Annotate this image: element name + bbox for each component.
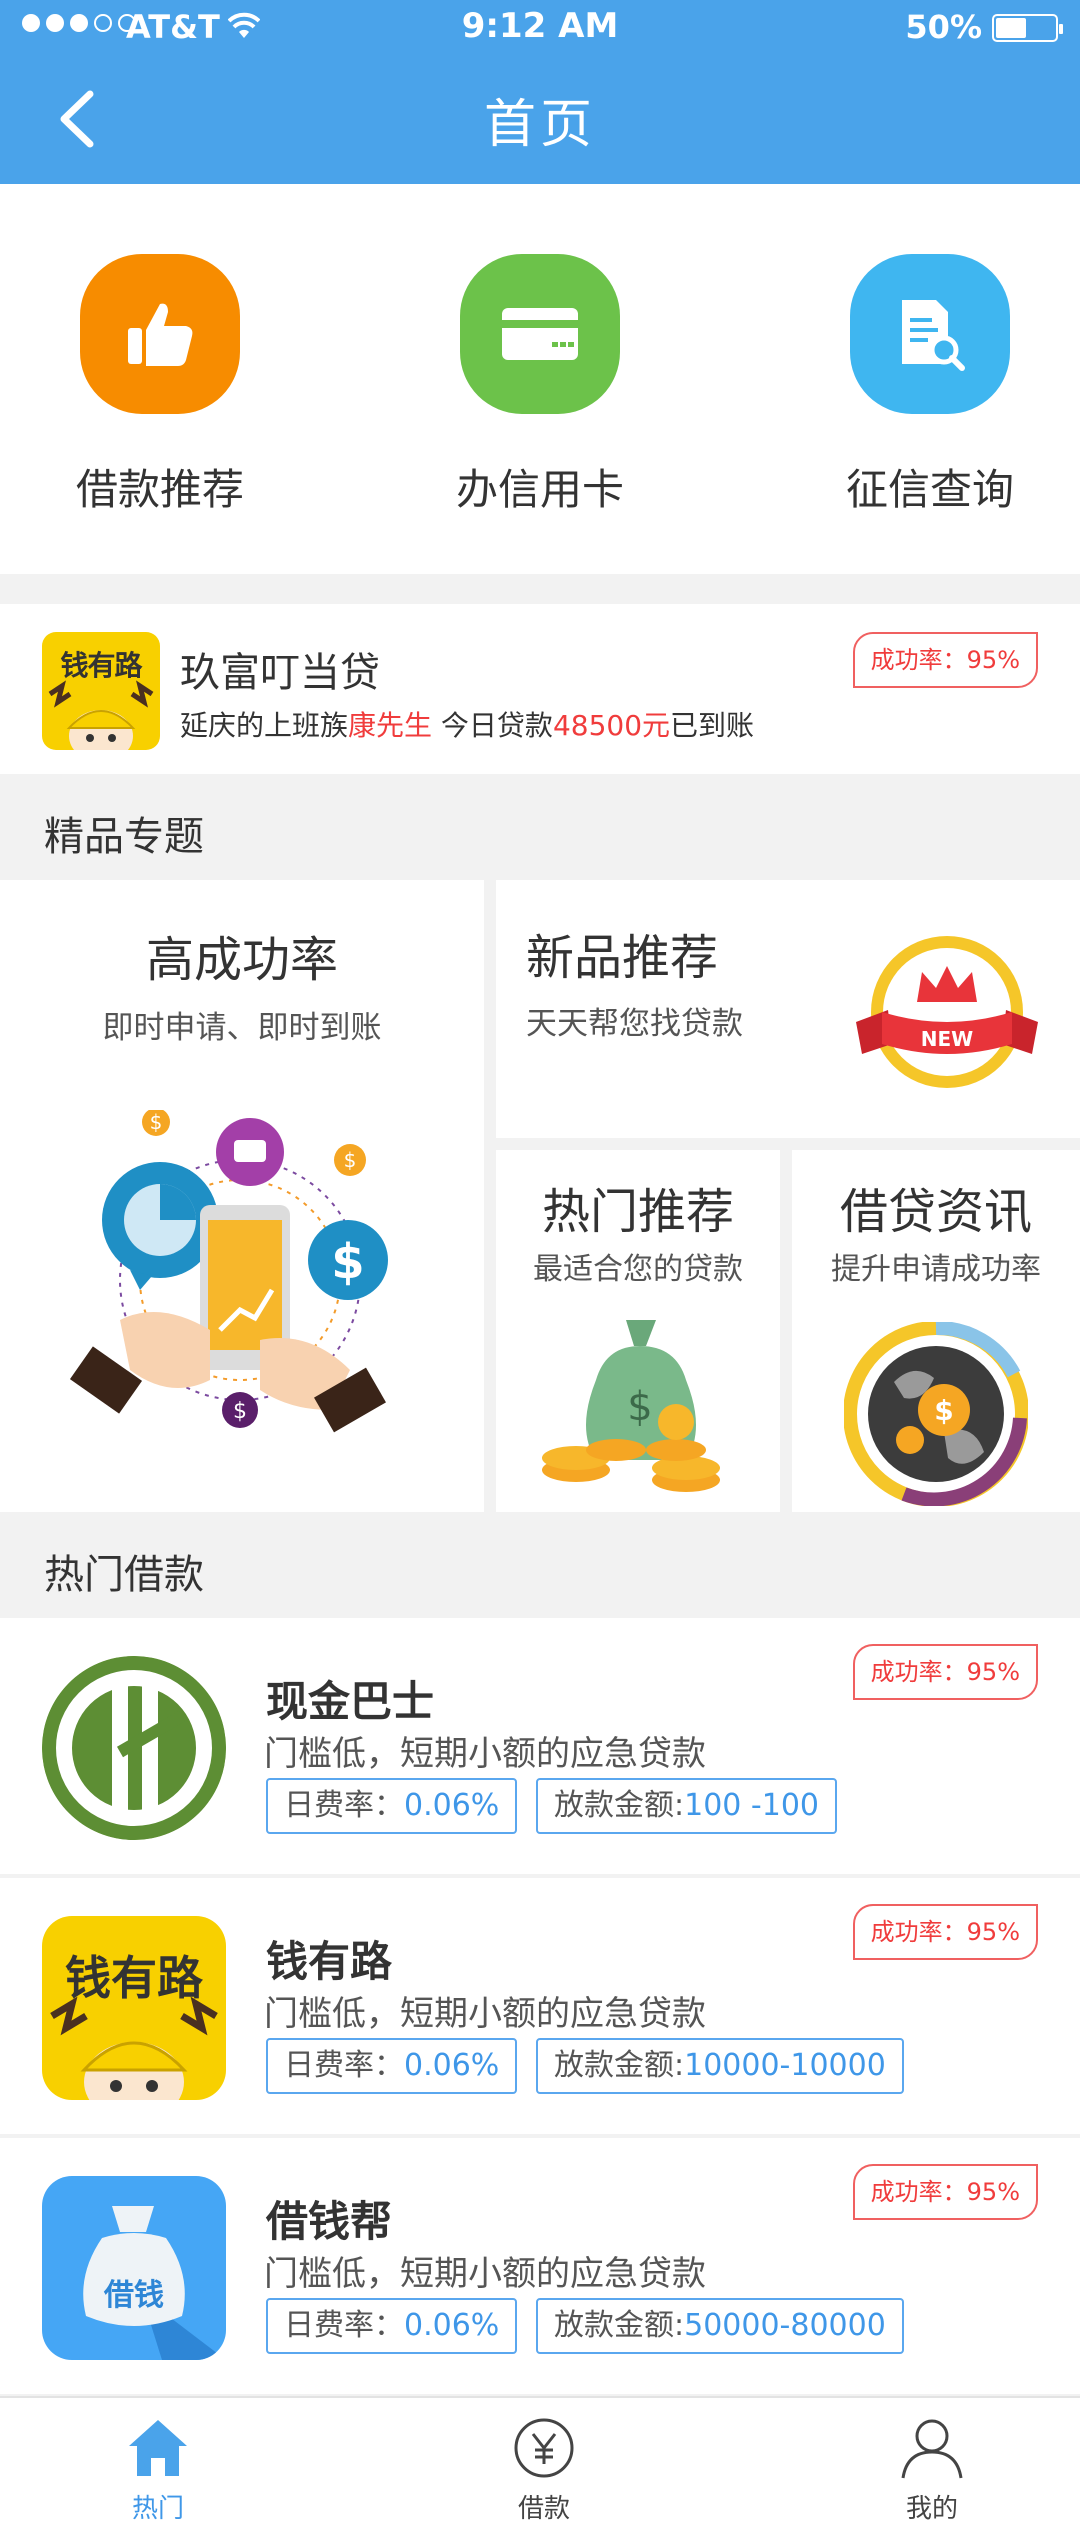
success-rate-badge: 成功率：95% — [852, 1904, 1038, 1960]
loan-name: 现金巴士 — [266, 1677, 435, 1726]
battery-percent: 50% — [905, 8, 982, 46]
top-bar: AT&T 9:12 AM 50% 首页 — [0, 0, 1080, 184]
quick-item-credit-query[interactable]: 征信查询 — [770, 254, 1080, 517]
quick-label: 借款推荐 — [75, 465, 244, 514]
ticker-message: 延庆的上班族康先生 今日贷款48500元已到账 — [180, 709, 755, 742]
quick-item-credit-card[interactable]: 办信用卡 — [380, 254, 700, 517]
card-high-success[interactable]: 高成功率 即时申请、即时到账 $ $ $ $ — [0, 880, 484, 1512]
battery-icon — [992, 14, 1063, 42]
phone-hands-illustration: $ $ $ $ — [69, 1110, 388, 1433]
bottom-tab-bar: 热门 借款 我的 — [0, 2396, 1080, 2542]
svg-text:$: $ — [627, 1384, 652, 1430]
status-bar: AT&T 9:12 AM 50% — [0, 0, 1080, 60]
document-search-icon — [850, 254, 1010, 414]
page-title: 首页 — [483, 95, 596, 155]
loan-amount-tag: 放款金额:100 -100 — [536, 1778, 837, 1834]
loan-description: 门槛低，短期小额的应急贷款 — [264, 2254, 706, 2294]
loan-name: 借钱帮 — [266, 2197, 393, 2246]
card-title: 高成功率 — [145, 932, 338, 988]
quick-label: 征信查询 — [845, 465, 1014, 514]
card-title: 借贷资讯 — [839, 1184, 1032, 1240]
svg-text:$: $ — [331, 1234, 364, 1290]
globe-coin-icon: $ — [844, 1322, 1028, 1506]
section-header-featured: 精品专题 — [0, 778, 1080, 878]
tab-mine[interactable]: 我的 — [852, 2416, 1012, 2525]
card-subtitle: 即时申请、即时到账 — [102, 1010, 382, 1046]
svg-text:$: $ — [233, 1399, 247, 1424]
svg-text:NEW: NEW — [921, 1027, 973, 1051]
section-header-hot-loans: 热门借款 — [0, 1516, 1080, 1616]
card-hot-recommend[interactable]: 热门推荐 最适合您的贷款 $ — [496, 1150, 780, 1512]
yen-icon — [514, 2418, 574, 2478]
quick-actions: 借款推荐 办信用卡 征信查询 — [0, 184, 1080, 574]
card-new-products[interactable]: 新品推荐 天天帮您找贷款 NEW — [496, 880, 1080, 1138]
card-title: 新品推荐 — [526, 930, 719, 986]
svg-text:$: $ — [344, 1148, 357, 1172]
quick-item-loan-recommend[interactable]: 借款推荐 — [0, 254, 320, 517]
ticker-title: 玖富叮当贷 — [180, 650, 380, 696]
tab-hot[interactable]: 热门 — [78, 2416, 238, 2525]
xianjinbashi-logo — [42, 1656, 226, 1840]
daily-rate-tag: 日费率：0.06% — [266, 1778, 518, 1834]
loan-item[interactable]: 借钱 借钱帮 门槛低，短期小额的应急贷款 日费率：0.06% 放款金额:5000… — [0, 2138, 1080, 2394]
loan-item[interactable]: 钱有路 钱有路 门槛低，短期小额的应急贷款 日费率：0.06% 放款金额:100… — [0, 1878, 1080, 2134]
money-bag-icon: $ — [542, 1320, 720, 1492]
success-rate-badge: 成功率：95% — [852, 2164, 1038, 2220]
user-icon — [901, 2419, 963, 2479]
success-rate-badge: 成功率：95% — [852, 1644, 1038, 1700]
card-loan-news[interactable]: 借贷资讯 提升申请成功率 $ — [792, 1150, 1080, 1512]
svg-text:$: $ — [150, 1110, 163, 1134]
svg-text:$: $ — [934, 1394, 953, 1427]
card-subtitle: 天天帮您找贷款 — [526, 1006, 743, 1042]
tab-loan[interactable]: 借款 — [464, 2416, 624, 2525]
daily-rate-tag: 日费率：0.06% — [266, 2298, 518, 2354]
qianyoulu-logo: 钱有路 — [42, 1916, 226, 2100]
credit-card-icon — [460, 254, 620, 414]
card-title: 热门推荐 — [541, 1184, 734, 1240]
quick-label: 办信用卡 — [455, 465, 624, 514]
loan-amount-tag: 放款金额:10000-10000 — [536, 2038, 904, 2094]
daily-rate-tag: 日费率：0.06% — [266, 2038, 518, 2094]
new-badge-icon: NEW — [856, 936, 1038, 1088]
loan-ticker[interactable]: 钱有路 玖富叮当贷 延庆的上班族康先生 今日贷款48500元已到账 成功率：95… — [0, 604, 1080, 774]
loan-description: 门槛低，短期小额的应急贷款 — [264, 1734, 706, 1774]
card-subtitle: 最适合您的贷款 — [533, 1252, 743, 1287]
loan-item[interactable]: 现金巴士 门槛低，短期小额的应急贷款 日费率：0.06% 放款金额:100 -1… — [0, 1618, 1080, 1874]
jieqianbang-logo: 借钱 — [42, 2176, 226, 2360]
card-subtitle: 提升申请成功率 — [831, 1252, 1041, 1287]
loan-name: 钱有路 — [266, 1937, 393, 1986]
home-icon — [129, 2420, 187, 2476]
thumbs-up-icon — [80, 254, 240, 414]
qianyoulu-logo: 钱有路 — [42, 632, 160, 750]
success-rate-badge: 成功率：95% — [852, 632, 1038, 688]
loan-description: 门槛低，短期小额的应急贷款 — [264, 1994, 706, 2034]
loan-amount-tag: 放款金额:50000-80000 — [536, 2298, 904, 2354]
